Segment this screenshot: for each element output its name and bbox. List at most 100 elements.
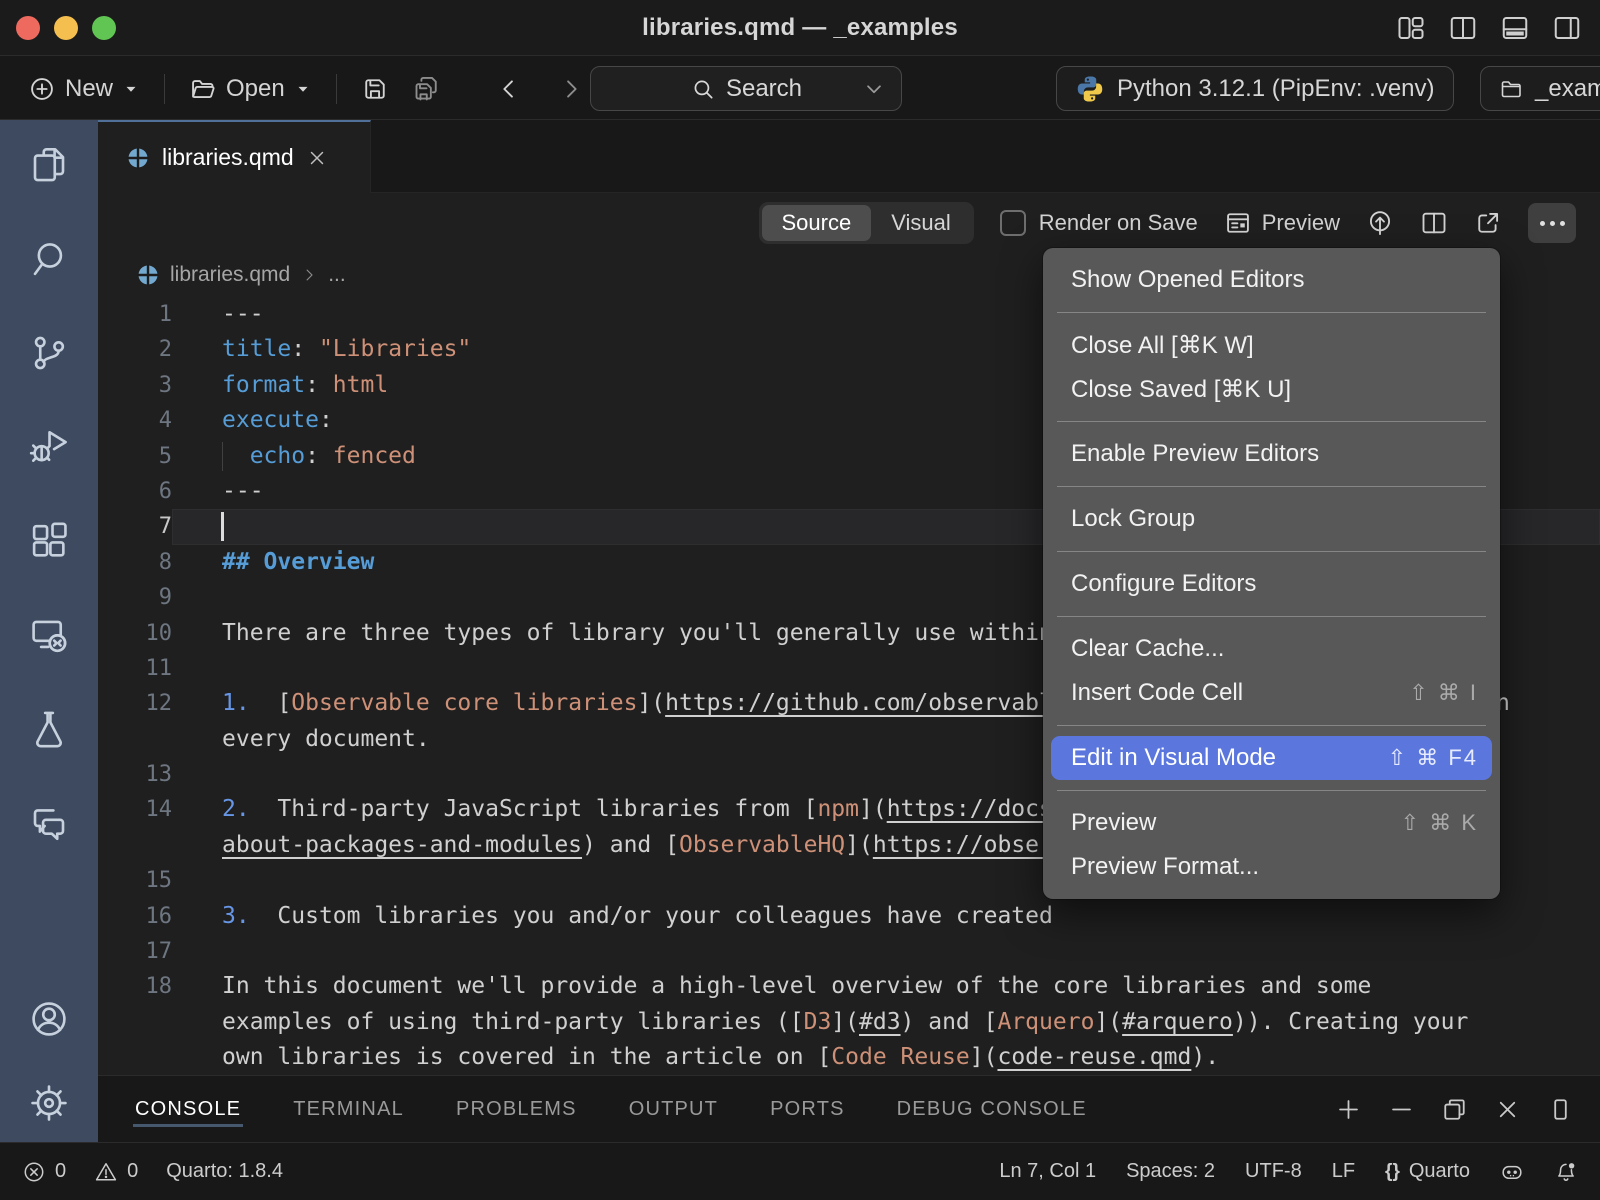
status-text: Quarto: 1.8.4 (166, 1160, 283, 1183)
minimize-panel-button[interactable] (1388, 1096, 1415, 1123)
breadcrumb-file[interactable]: libraries.qmd (170, 263, 290, 287)
menu-item-close-all-k-w[interactable]: Close All [⌘K W] (1043, 323, 1500, 367)
status-copilot[interactable] (1500, 1160, 1524, 1184)
status-problems-errors[interactable]: 0 (22, 1160, 66, 1184)
menu-item-configure-editors[interactable]: Configure Editors (1043, 562, 1500, 606)
activity-testing-icon[interactable] (28, 708, 70, 750)
menu-item-preview[interactable]: Preview⇧ ⌘ K (1043, 801, 1500, 845)
panel-tab-ports[interactable]: PORTS (768, 1084, 847, 1135)
code-line-18[interactable]: 18In this document we'll provide a high-… (98, 969, 1600, 1004)
breadcrumb-more[interactable]: ... (328, 263, 346, 287)
menu-item-edit-in-visual-mode[interactable]: Edit in Visual Mode⇧ ⌘ F4 (1051, 736, 1492, 780)
visual-mode-button[interactable]: Visual (871, 205, 971, 241)
divider (336, 74, 337, 104)
line-number: 16 (98, 899, 172, 934)
secondary-sidebar-icon[interactable] (1552, 13, 1582, 43)
menu-item-clear-cache[interactable]: Clear Cache... (1043, 627, 1500, 671)
panel-tab-bar: CONSOLE TERMINAL PROBLEMS OUTPUT PORTS DEBUG … (98, 1075, 1600, 1142)
line-number (98, 1040, 172, 1075)
status-indentation[interactable]: Spaces: 2 (1126, 1160, 1215, 1183)
panel-tab-debug-console[interactable]: DEBUG CONSOLE (895, 1084, 1089, 1135)
navigate-forward-button[interactable] (557, 75, 585, 103)
activity-explorer-icon[interactable] (28, 144, 70, 186)
tab-libraries-qmd[interactable]: libraries.qmd (98, 120, 371, 193)
project-selector[interactable]: _examples (1480, 66, 1600, 111)
source-mode-button[interactable]: Source (762, 205, 872, 241)
save-all-button[interactable] (413, 75, 441, 103)
toggle-panel-icon[interactable] (1500, 13, 1530, 43)
menu-separator (1057, 725, 1486, 726)
code-line-wrap-20[interactable]: examples of using third-party libraries … (98, 1005, 1600, 1040)
status-text: 0 (127, 1160, 138, 1183)
status-eol-sequence[interactable]: LF (1332, 1160, 1355, 1183)
panel-tab-problems[interactable]: PROBLEMS (454, 1084, 579, 1135)
menu-item-enable-preview-editors[interactable]: Enable Preview Editors (1043, 432, 1500, 476)
activity-search-icon[interactable] (28, 238, 70, 280)
activity-settings-icon[interactable] (28, 1082, 70, 1124)
panel-tab-output[interactable]: OUTPUT (627, 1084, 720, 1135)
braces-icon: {} (1385, 1161, 1400, 1183)
save-icon (361, 75, 389, 103)
preview-button[interactable]: Preview (1224, 209, 1340, 237)
code-line-17[interactable]: 17 (98, 934, 1600, 969)
status-problems-warnings[interactable]: 0 (94, 1160, 138, 1184)
restore-panel-button[interactable] (1441, 1096, 1468, 1123)
navigate-back-button[interactable] (495, 75, 523, 103)
window-layout-controls (1396, 0, 1582, 55)
new-button[interactable]: New (28, 75, 140, 103)
line-number: 3 (98, 368, 172, 403)
menu-item-preview-format[interactable]: Preview Format... (1043, 845, 1500, 889)
menu-item-label: Enable Preview Editors (1071, 440, 1319, 468)
code-text: In this document we'll provide a high-le… (172, 969, 1600, 1004)
status-quarto-version[interactable]: Quarto: 1.8.4 (166, 1160, 283, 1183)
status-language-mode[interactable]: {} Quarto (1385, 1160, 1470, 1183)
split-editor-button[interactable] (1420, 209, 1448, 237)
line-number: 5 (98, 439, 172, 474)
status-encoding[interactable]: UTF-8 (1245, 1160, 1302, 1183)
menu-item-label: Clear Cache... (1071, 635, 1224, 663)
open-in-new-window-button[interactable] (1474, 209, 1502, 237)
top-action-bar: New Open Search Python (0, 55, 1600, 120)
activity-run-and-debug-icon[interactable] (28, 426, 70, 468)
activity-account-icon[interactable] (28, 998, 70, 1040)
line-number: 11 (98, 651, 172, 686)
close-tab-icon[interactable] (306, 147, 328, 169)
menu-item-close-saved-k-u[interactable]: Close Saved [⌘K U] (1043, 367, 1500, 411)
panel-tab-console[interactable]: CONSOLE (133, 1084, 243, 1135)
layout-customize-icon[interactable] (1396, 13, 1426, 43)
render-on-save-checkbox[interactable] (1000, 210, 1026, 236)
maximize-panel-button[interactable] (1547, 1096, 1574, 1123)
editor-action-bar: Source Visual Render on Save Preview (98, 193, 1600, 253)
menu-item-show-opened-editors[interactable]: Show Opened Editors (1043, 258, 1500, 302)
activity-source-control-icon[interactable] (28, 332, 70, 374)
error-icon (22, 1160, 46, 1184)
open-external-icon (1474, 209, 1502, 237)
line-number (98, 828, 172, 863)
render-publish-button[interactable] (1366, 209, 1394, 237)
menu-item-label: Configure Editors (1071, 570, 1256, 598)
code-line-wrap-21[interactable]: own libraries is covered in the article … (98, 1040, 1600, 1075)
code-line-16[interactable]: 163. Custom libraries you and/or your co… (98, 899, 1600, 934)
more-actions-button[interactable] (1528, 203, 1576, 243)
line-number: 14 (98, 792, 172, 827)
activity-remote-explorer-icon[interactable] (28, 614, 70, 656)
global-search-input[interactable]: Search (590, 66, 902, 111)
interpreter-selector[interactable]: Python 3.12.1 (PipEnv: .venv) (1056, 66, 1454, 111)
split-editor-icon[interactable] (1448, 13, 1478, 43)
status-notifications[interactable] (1554, 1160, 1578, 1184)
panel-tab-terminal[interactable]: TERMINAL (291, 1084, 406, 1135)
add-console-button[interactable] (1335, 1096, 1362, 1123)
activity-extensions-icon[interactable] (28, 520, 70, 562)
line-number: 4 (98, 403, 172, 438)
menu-item-lock-group[interactable]: Lock Group (1043, 497, 1500, 541)
status-text: Quarto (1409, 1160, 1470, 1183)
menu-item-insert-code-cell[interactable]: Insert Code Cell⇧ ⌘ I (1043, 671, 1500, 715)
menu-separator (1057, 790, 1486, 791)
divider (164, 74, 165, 104)
close-panel-button[interactable] (1494, 1096, 1521, 1123)
save-button[interactable] (361, 75, 389, 103)
line-number: 13 (98, 757, 172, 792)
activity-comments-icon[interactable] (28, 802, 70, 844)
status-cursor-position[interactable]: Ln 7, Col 1 (999, 1160, 1096, 1183)
open-button[interactable]: Open (189, 75, 312, 103)
